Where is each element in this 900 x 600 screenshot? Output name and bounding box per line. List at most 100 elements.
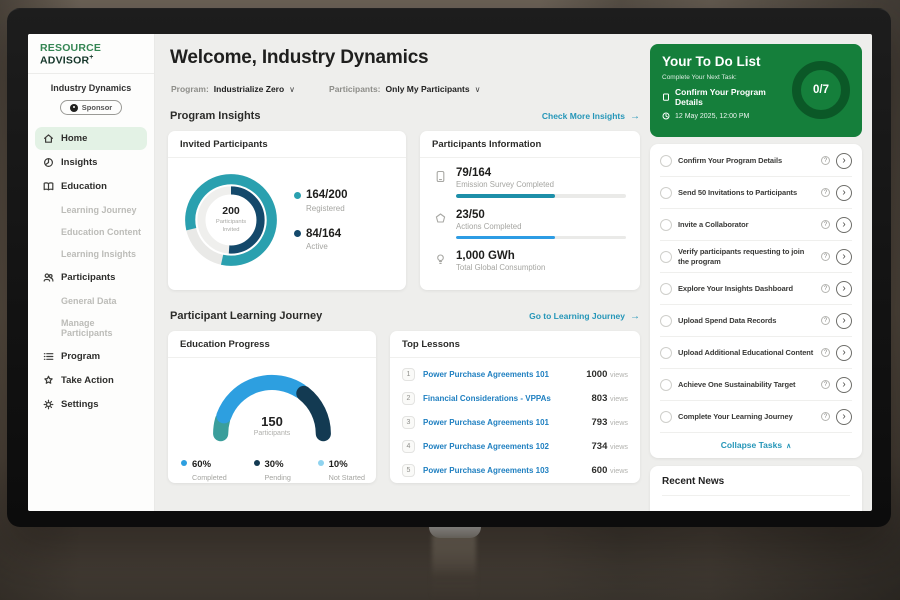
task-row-complete-learning-journey: Complete Your Learning Journey ? › <box>660 401 852 433</box>
lesson-row: 1 Power Purchase Agreements 101 1000 vie… <box>402 362 628 386</box>
task-go-button[interactable]: › <box>836 153 852 169</box>
legend-registered: 164/200 Registered <box>294 189 348 212</box>
lesson-link[interactable]: Power Purchase Agreements 103 <box>423 466 584 475</box>
chevron-down-icon: ∨ <box>289 85 295 94</box>
lesson-link[interactable]: Power Purchase Agreements 101 <box>423 418 584 427</box>
lesson-link[interactable]: Power Purchase Agreements 102 <box>423 442 584 451</box>
task-row-send-invitations: Send 50 Invitations to Participants ? › <box>660 177 852 209</box>
todo-header-card: Your To Do List Complete Your Next Task:… <box>650 44 862 137</box>
sponsor-icon <box>70 104 78 112</box>
help-icon[interactable]: ? <box>821 348 830 357</box>
task-go-button[interactable]: › <box>836 281 852 297</box>
chevron-down-icon: ∨ <box>475 85 481 94</box>
task-checkbox[interactable] <box>660 283 672 295</box>
sidebar-item-education-content[interactable]: Education Content <box>28 221 154 243</box>
card-title: Invited Participants <box>168 131 406 158</box>
top-lessons-card: Top Lessons 1 Power Purchase Agreements … <box>390 331 640 483</box>
sidebar-item-home[interactable]: Home <box>35 127 147 150</box>
star-icon <box>43 375 54 386</box>
task-row-upload-educational-content: Upload Additional Educational Content ? … <box>660 337 852 369</box>
info-row-actions: 23/50 Actions Completed <box>434 209 626 240</box>
invited-participants-card: Invited Participants 200 Participants In… <box>168 131 406 290</box>
sidebar-item-education[interactable]: Education <box>35 175 147 198</box>
gauge-center-value: 150 <box>168 414 376 429</box>
survey-icon <box>434 170 447 183</box>
task-go-button[interactable]: › <box>836 185 852 201</box>
invited-donut-chart: 200 Participants Invited <box>178 167 284 273</box>
task-row-upload-spend-data: Upload Spend Data Records ? › <box>660 305 852 337</box>
sidebar-item-program[interactable]: Program <box>35 345 147 368</box>
education-progress-card: Education Progress 150 Participants 60% … <box>168 331 376 483</box>
task-go-button[interactable]: › <box>836 313 852 329</box>
actions-progress-bar <box>456 236 626 240</box>
clipboard-icon <box>662 93 670 101</box>
filters-bar: Program: Industrialize Zero ∨ Participan… <box>171 84 480 94</box>
info-row-consumption: 1,000 GWh Total Global Consumption <box>434 250 626 272</box>
task-checkbox[interactable] <box>660 219 672 231</box>
task-checkbox[interactable] <box>660 347 672 359</box>
todo-progress-ring: 0/7 <box>792 61 850 119</box>
legend-completed: 60% Completed <box>181 454 227 482</box>
task-checkbox[interactable] <box>660 379 672 391</box>
sidebar: RESOURCE ADVISOR+ Industry Dynamics Spon… <box>28 34 155 511</box>
sidebar-item-take-action[interactable]: Take Action <box>35 369 147 392</box>
sidebar-nav: Home Insights Education Learning Journey… <box>28 127 154 416</box>
collapse-tasks-link[interactable]: Collapse Tasks∧ <box>660 433 852 454</box>
task-go-button[interactable]: › <box>836 377 852 393</box>
help-icon[interactable]: ? <box>821 284 830 293</box>
help-icon[interactable]: ? <box>821 188 830 197</box>
check-more-insights-link[interactable]: Check More Insights → <box>542 111 640 122</box>
go-to-learning-journey-link[interactable]: Go to Learning Journey → <box>529 311 640 322</box>
lesson-row: 4 Power Purchase Agreements 102 734 view… <box>402 434 628 458</box>
task-checkbox[interactable] <box>660 155 672 167</box>
list-icon <box>43 351 54 362</box>
participants-select[interactable]: Participants: Only My Participants ∨ <box>329 84 480 94</box>
sidebar-item-learning-insights[interactable]: Learning Insights <box>28 243 154 265</box>
lesson-link[interactable]: Financial Considerations - VPPAs <box>423 394 584 403</box>
legend-not-started: 10% Not Started <box>318 454 365 482</box>
task-row-achieve-target: Achieve One Sustainability Target ? › <box>660 369 852 401</box>
brand-logo: RESOURCE ADVISOR+ <box>28 34 154 74</box>
card-title: Education Progress <box>168 331 376 358</box>
page-title: Welcome, Industry Dynamics <box>170 47 428 69</box>
lesson-row: 5 Power Purchase Agreements 103 600 view… <box>402 458 628 482</box>
task-checkbox[interactable] <box>660 251 672 263</box>
program-select[interactable]: Program: Industrialize Zero ∨ <box>171 84 295 94</box>
sidebar-item-settings[interactable]: Settings <box>35 393 147 416</box>
help-icon[interactable]: ? <box>821 380 830 389</box>
sidebar-item-participants[interactable]: Participants <box>35 266 147 289</box>
help-icon[interactable]: ? <box>821 156 830 165</box>
participants-information-card: Participants Information 79/164 Emission… <box>420 131 640 290</box>
lesson-link[interactable]: Power Purchase Agreements 101 <box>423 370 578 379</box>
info-row-survey: 79/164 Emission Survey Completed <box>434 167 626 198</box>
help-icon[interactable]: ? <box>821 220 830 229</box>
help-icon[interactable]: ? <box>821 316 830 325</box>
insights-icon <box>43 157 54 168</box>
legend-dot <box>294 192 301 199</box>
people-icon <box>43 272 54 283</box>
donut-center-value: 200 <box>222 205 240 217</box>
gauge-center-label: Participants <box>168 430 376 437</box>
legend-pending: 30% Pending <box>254 454 291 482</box>
sidebar-item-learning-journey[interactable]: Learning Journey <box>28 199 154 221</box>
todo-tasks-card: Confirm Your Program Details ? › Send 50… <box>650 144 862 458</box>
card-title: Top Lessons <box>390 331 640 358</box>
chevron-up-icon: ∧ <box>786 443 791 450</box>
task-go-button[interactable]: › <box>836 409 852 425</box>
lightbulb-icon <box>434 253 447 266</box>
sidebar-item-general-data[interactable]: General Data <box>28 290 154 312</box>
task-checkbox[interactable] <box>660 411 672 423</box>
task-checkbox[interactable] <box>660 187 672 199</box>
task-go-button[interactable]: › <box>836 345 852 361</box>
help-icon[interactable]: ? <box>821 252 830 261</box>
section-title-learning-journey: Participant Learning Journey <box>170 310 322 322</box>
clock-icon <box>662 112 670 120</box>
sidebar-item-manage-participants[interactable]: Manage Participants <box>28 312 154 344</box>
task-go-button[interactable]: › <box>836 249 852 265</box>
sidebar-item-insights[interactable]: Insights <box>35 151 147 174</box>
section-title-program-insights: Program Insights <box>170 110 260 122</box>
help-icon[interactable]: ? <box>821 412 830 421</box>
task-go-button[interactable]: › <box>836 217 852 233</box>
gauge-legend: 60% Completed 30% Pending 10% Not Starte… <box>181 454 365 482</box>
task-checkbox[interactable] <box>660 315 672 327</box>
